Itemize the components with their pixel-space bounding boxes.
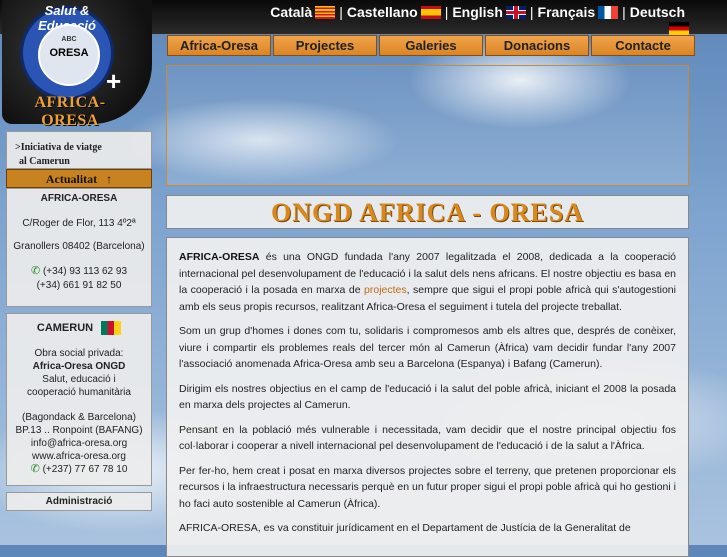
catalonia-flag-icon[interactable] (315, 5, 336, 19)
admin-link[interactable]: Administració (6, 492, 152, 511)
france-flag-icon[interactable] (598, 5, 619, 19)
actualitat-button[interactable]: Actualitat ↑ (6, 169, 152, 188)
camerun-line: Salut, educació i (42, 374, 116, 385)
address-box: AFRICA-ORESA C/Roger de Flor, 113 4º2ª G… (6, 188, 152, 307)
sidebar-trip-link-line1: >Iniciativa de viatge (15, 142, 102, 153)
camerun-header: CAMERUN (7, 321, 151, 335)
nav-donacions[interactable]: Donacions (485, 35, 589, 56)
street-address: C/Roger de Flor, 113 4º2ª (22, 218, 136, 229)
paragraph: AFRICA-ORESA és una ONGD fundada l'any 2… (179, 249, 676, 315)
nav-contacte[interactable]: Contacte (591, 35, 695, 56)
paragraph: AFRICA-ORESA, es va constituir jurídicam… (179, 522, 631, 534)
paragraph: Som un grup d'homes i dones com tu, soli… (179, 325, 676, 370)
logo-emblem: Salut & Educació ABC ORESA (20, 3, 114, 100)
language-selector: Català | Castellano | English | Français… (270, 4, 685, 20)
lang-castellano[interactable]: Castellano (347, 4, 418, 20)
paragraph: Per fer-ho, hem creat i posat en marxa d… (179, 464, 676, 510)
sidebar-trip-link[interactable]: >Iniciativa de viatge al Camerun (6, 131, 152, 169)
sidebar: >Iniciativa de viatge al Camerun Actuali… (6, 131, 152, 511)
lang-francais[interactable]: Français (538, 4, 596, 20)
arrow-up-icon: ↑ (106, 172, 113, 186)
site-logo[interactable]: Salut & Educació ABC ORESA + AFRICA-ORES… (2, 0, 152, 129)
phone-numbers: ✆ (+34) 93 113 62 93 (+34) 661 91 82 50 (7, 264, 151, 293)
camerun-line: Africa-Oresa ONGD (32, 361, 126, 372)
logo-plus-icon: + (106, 66, 122, 96)
lang-catala[interactable]: Català (270, 4, 312, 20)
camerun-line: (Bagondack & Barcelona) (22, 412, 136, 423)
separator: | (529, 4, 534, 20)
cameroon-flag-icon (101, 321, 122, 335)
phone-2: (+34) 661 91 82 50 (36, 280, 122, 291)
projectes-link[interactable]: projectes (364, 284, 407, 296)
camerun-email[interactable]: info@africa-oresa.org (7, 437, 151, 450)
header-banner (166, 65, 689, 186)
logo-inner-circle: ABC ORESA (38, 24, 100, 86)
paragraph: Pensant en la població més vulnerable i … (179, 423, 676, 453)
separator: | (622, 4, 626, 20)
camerun-phone: (+237) 77 67 78 10 (42, 464, 128, 475)
phone-1: (+34) 93 113 62 93 (42, 266, 128, 277)
camerun-phone-line: ✆ (+237) 77 67 78 10 (7, 463, 151, 476)
nav-galeries[interactable]: Galeries (379, 35, 483, 56)
nav-africa-oresa[interactable]: Africa-Oresa (167, 35, 271, 56)
logo-abc-text: ABC (61, 36, 77, 43)
org-name: AFRICA-ORESA (40, 193, 118, 204)
paragraph: Dirigim els nostres objectius en el camp… (179, 382, 676, 412)
phone-icon: ✆ (30, 265, 41, 277)
main-nav: Africa-Oresa Projectes Galeries Donacion… (167, 35, 697, 56)
camerun-website[interactable]: www.africa-oresa.org (7, 450, 151, 463)
sidebar-trip-link-line2: al Camerun (19, 156, 70, 167)
nav-projectes[interactable]: Projectes (273, 35, 377, 56)
germany-flag-icon[interactable] (669, 22, 689, 35)
camerun-line: cooperació humanitària (27, 387, 131, 398)
lang-deutsch[interactable]: Deutsch (630, 4, 685, 20)
separator: | (339, 4, 343, 20)
lang-english[interactable]: English (452, 4, 503, 20)
org-name-bold: AFRICA-ORESA (179, 251, 260, 263)
separator: | (444, 4, 449, 20)
uk-flag-icon[interactable] (505, 5, 526, 19)
spain-flag-icon[interactable] (420, 5, 441, 19)
logo-title: AFRICA-ORESA (34, 94, 106, 129)
page-title: ONGD AFRICA - ORESA (166, 195, 689, 229)
camerun-title: CAMERUN (36, 322, 94, 334)
city-address: Granollers 08402 (Barcelona) (13, 241, 145, 252)
logo-oresa-text: ORESA (49, 47, 89, 59)
camerun-line: Obra social privada: (34, 348, 124, 359)
camerun-box: CAMERUN Obra social privada: Africa-Ores… (6, 313, 152, 486)
main-content: AFRICA-ORESA és una ONGD fundada l'any 2… (166, 237, 689, 557)
phone-icon: ✆ (30, 463, 40, 475)
camerun-line: BP.13 .. Ronpoint (BAFANG) (15, 425, 143, 436)
actualitat-label: Actualitat (45, 172, 98, 186)
